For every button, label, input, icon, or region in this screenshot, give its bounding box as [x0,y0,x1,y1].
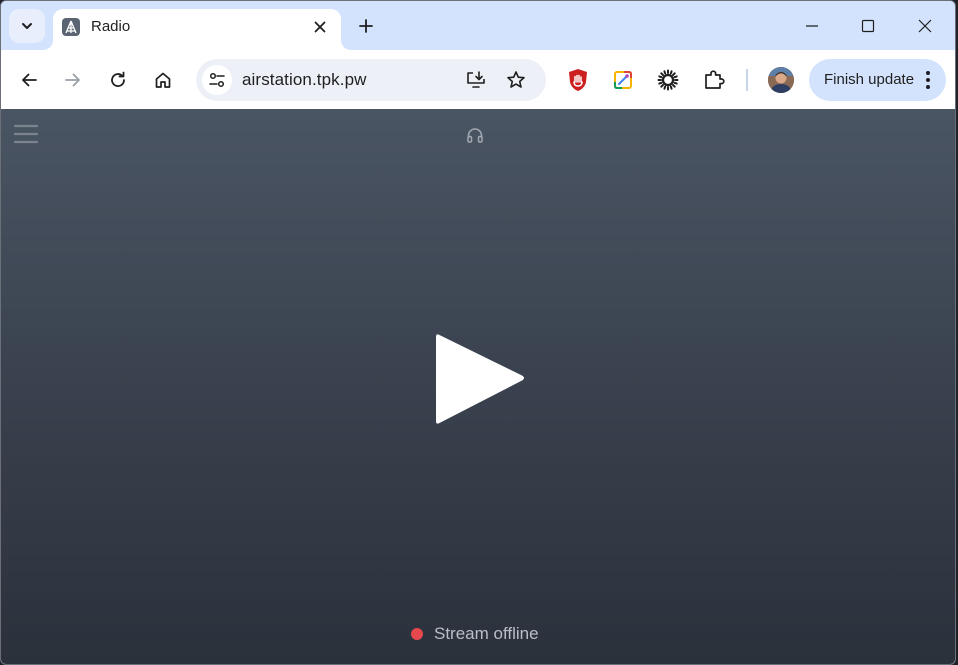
status-dot [411,628,423,640]
tab-radio[interactable]: Radio [53,9,341,50]
site-info-button[interactable] [202,65,232,95]
sunburst-extension-button[interactable] [653,65,683,95]
browser-menu-button[interactable] [921,68,935,92]
maximize-button[interactable] [853,13,883,39]
headphones-icon [465,125,485,145]
tab-strip: Radio [1,1,955,50]
maximize-icon [861,19,875,33]
stream-status: Stream offline [411,623,539,645]
new-tab-button[interactable] [354,14,378,38]
ublock-extension-button[interactable] [563,65,593,95]
window-close-button[interactable] [910,13,940,39]
ublock-origin-icon [569,69,587,91]
tab-title: Radio [91,18,131,35]
chevron-down-icon [22,23,32,29]
install-app-button[interactable] [461,65,491,95]
browser-window: Radio airstation.tpk.pw Finish update St… [0,0,956,665]
plus-icon [359,19,373,33]
home-button[interactable] [148,65,178,95]
hamburger-icon [14,124,38,144]
star-icon [507,71,525,88]
address-bar[interactable]: airstation.tpk.pw [196,59,546,101]
puzzle-piece-icon [705,70,725,89]
color-picker-extension-button[interactable] [608,65,638,95]
finish-update-button[interactable]: Finish update [809,59,946,101]
install-app-icon [467,71,485,88]
radio-player-page: Stream offline [1,109,955,664]
reload-button[interactable] [103,65,133,95]
sunburst-extension-icon [657,69,679,91]
finish-update-label: Finish update [824,71,915,88]
avatar[interactable] [768,67,794,93]
reload-icon [111,71,125,87]
arrow-left-icon [22,73,37,87]
tune-icon [209,72,225,88]
minimize-icon [806,25,818,27]
play-icon [436,334,524,424]
arrow-right-icon [65,73,80,87]
stream-status-text: Stream offline [434,624,539,643]
close-icon [314,21,326,33]
play-button[interactable] [426,331,530,427]
toolbar-divider [746,69,748,91]
airstation-logo-icon [62,18,80,36]
tab-close-button[interactable] [309,16,331,38]
menu-button[interactable] [13,123,39,145]
url-text[interactable]: airstation.tpk.pw [242,70,367,90]
browser-toolbar: airstation.tpk.pw Finish update [1,50,955,109]
extensions-button[interactable] [699,65,729,95]
color-picker-icon [614,71,632,89]
home-icon [155,72,171,88]
more-vertical-icon [926,71,930,89]
forward-button[interactable] [58,65,88,95]
minimize-button[interactable] [797,13,827,39]
tab-search-button[interactable] [9,9,45,43]
bookmark-button[interactable] [501,65,531,95]
close-icon [918,19,932,33]
back-button[interactable] [14,65,44,95]
